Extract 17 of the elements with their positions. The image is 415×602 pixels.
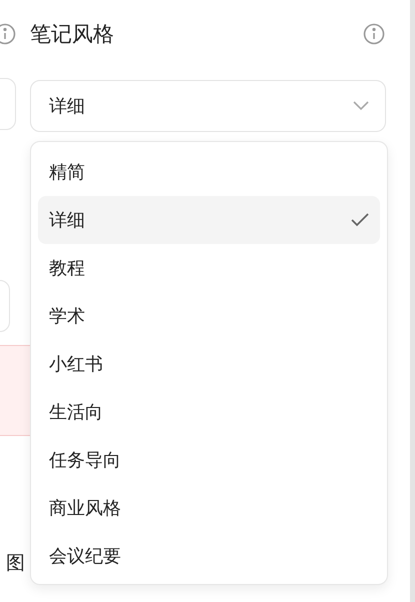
menu-option[interactable]: 详细 <box>38 196 380 244</box>
info-icon[interactable] <box>0 23 16 45</box>
check-icon <box>351 213 369 227</box>
menu-option[interactable]: 教程 <box>38 244 380 292</box>
menu-option[interactable]: 学术 <box>38 292 380 340</box>
style-select[interactable]: 详细 <box>30 80 386 132</box>
chevron-down-icon <box>353 101 369 111</box>
scrollbar[interactable] <box>410 0 415 602</box>
info-icon[interactable] <box>363 23 385 45</box>
menu-option[interactable]: 商业风格 <box>38 484 380 532</box>
section-title: 笔记风格 <box>30 21 114 48</box>
menu-option[interactable]: 生活向 <box>38 388 380 436</box>
caption-text: 图 <box>6 551 25 576</box>
menu-option[interactable]: 精简 <box>38 148 380 196</box>
menu-option[interactable]: 小红书 <box>38 340 380 388</box>
menu-option[interactable]: 任务导向 <box>38 436 380 484</box>
menu-option[interactable]: 会议纪要 <box>38 532 380 580</box>
